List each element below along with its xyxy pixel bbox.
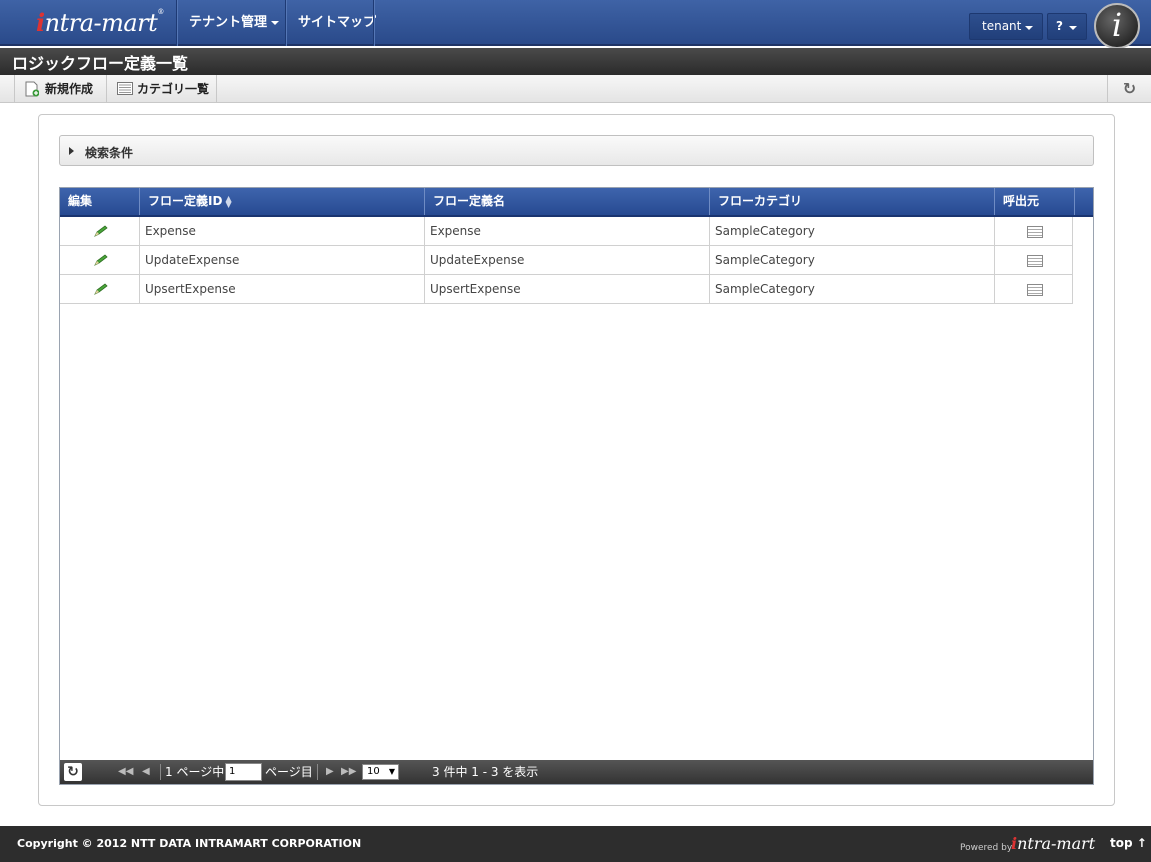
table-row: UpdateExpense UpdateExpense SampleCatego… (60, 246, 1073, 275)
flow-name-cell: Expense (425, 217, 710, 246)
chevron-down-icon: ▼ (388, 767, 395, 776)
caller-cell (995, 217, 1073, 246)
help-menu-label: ? (1056, 19, 1063, 33)
table-header: 編集 フロー定義ID ▲ ▼ フロー定義名 フローカテゴリ 呼出元 (60, 188, 1093, 217)
page-suffix-label: ページ目 (265, 765, 313, 779)
page-title: ロジックフロー定義一覧 (12, 54, 189, 73)
top-link[interactable]: top ↑ (1110, 836, 1147, 850)
caller-cell (995, 275, 1073, 304)
column-header-caller: 呼出元 (995, 188, 1075, 215)
flow-id-cell: UpdateExpense (140, 246, 425, 275)
list-icon (117, 82, 133, 95)
caller-list-icon[interactable] (1027, 255, 1043, 267)
flow-definition-table: 編集 フロー定義ID ▲ ▼ フロー定義名 フローカテゴリ 呼出元 Expense … (59, 187, 1094, 785)
flow-category-cell: SampleCategory (710, 217, 995, 246)
column-header-flow-id[interactable]: フロー定義ID ▲ ▼ (140, 188, 425, 215)
table-row: Expense Expense SampleCategory (60, 217, 1073, 246)
edit-cell (60, 217, 140, 246)
nav-sitemap-label: サイトマップ (298, 15, 377, 30)
prev-page-icon[interactable]: ◀ (142, 763, 150, 781)
page-prefix-label: 1 ページ中 (165, 765, 225, 779)
expand-arrow-icon (69, 147, 74, 155)
chevron-down-icon (1025, 26, 1033, 30)
copyright-text: Copyright © 2012 NTT DATA INTRAMART CORP… (17, 837, 362, 850)
pager-separator (160, 764, 161, 780)
next-page-icon[interactable]: ▶ (326, 763, 334, 781)
toolbar: 新規作成 カテゴリ一覧 ↻ (0, 75, 1151, 103)
page-title-bar: ロジックフロー定義一覧 (0, 48, 1151, 75)
pager-summary: 3 件中 1 - 3 を表示 (432, 765, 539, 779)
first-page-icon[interactable]: ◀◀ (118, 763, 133, 781)
chevron-down-icon (1069, 26, 1077, 30)
pencil-icon[interactable] (93, 225, 109, 237)
nav-separator (373, 0, 374, 46)
category-list-button[interactable]: カテゴリ一覧 (107, 75, 217, 103)
user-menu-button[interactable]: tenant (969, 13, 1043, 40)
top-navbar: intra-mart® テナント管理 サイトマップ tenant ? i (0, 0, 1151, 49)
pager: ↻ ◀◀ ◀ 1 ページ中 1 ページ目 ▶ ▶▶ 10 ▼ 3 件中 1 - 3… (60, 760, 1093, 784)
search-conditions-label: 検索条件 (85, 146, 134, 160)
column-header-flow-name: フロー定義名 (425, 188, 710, 215)
flow-id-cell: UpsertExpense (140, 275, 425, 304)
rows-per-page-value: 10 (367, 766, 380, 777)
pager-separator (317, 764, 318, 780)
caller-list-icon[interactable] (1027, 284, 1043, 296)
user-menu-label: tenant (982, 19, 1022, 33)
reload-icon[interactable]: ↻ (64, 763, 82, 781)
intra-mart-footer-logo: intra-mart (1011, 834, 1096, 853)
table-row: UpsertExpense UpsertExpense SampleCatego… (60, 275, 1073, 304)
category-list-label: カテゴリ一覧 (137, 82, 210, 96)
intra-mart-logo[interactable]: intra-mart® (36, 8, 164, 37)
new-button[interactable]: 新規作成 (14, 75, 107, 103)
chevron-down-icon (271, 20, 280, 25)
new-button-label: 新規作成 (45, 82, 94, 96)
flow-category-cell: SampleCategory (710, 246, 995, 275)
flow-name-cell: UpsertExpense (425, 275, 710, 304)
main-panel: 検索条件 編集 フロー定義ID ▲ ▼ フロー定義名 フローカテゴリ 呼出元 Exp… (38, 114, 1115, 806)
sort-icon: ▲ ▼ (225, 193, 232, 209)
column-header-edit: 編集 (60, 188, 140, 215)
column-header-flow-category: フローカテゴリ (710, 188, 995, 215)
flow-name-cell: UpdateExpense (425, 246, 710, 275)
search-conditions-toggle[interactable]: 検索条件 (59, 135, 1094, 166)
caller-cell (995, 246, 1073, 275)
edit-cell (60, 246, 140, 275)
edit-cell (60, 275, 140, 304)
rows-per-page-select[interactable]: 10 ▼ (362, 764, 399, 780)
refresh-icon[interactable]: ↻ (1107, 75, 1151, 103)
nav-tenant-admin[interactable]: テナント管理 (177, 0, 291, 46)
caller-list-icon[interactable] (1027, 226, 1043, 238)
flow-category-cell: SampleCategory (710, 275, 995, 304)
nav-tenant-admin-label: テナント管理 (189, 15, 268, 30)
user-avatar-icon[interactable]: i (1094, 3, 1140, 49)
help-menu-button[interactable]: ? (1047, 13, 1087, 40)
last-page-icon[interactable]: ▶▶ (341, 763, 356, 781)
pencil-icon[interactable] (93, 254, 109, 266)
new-document-icon (25, 81, 39, 97)
pencil-icon[interactable] (93, 283, 109, 295)
flow-id-cell: Expense (140, 217, 425, 246)
page-number-input[interactable]: 1 (225, 763, 262, 781)
footer: Copyright © 2012 NTT DATA INTRAMART CORP… (0, 826, 1151, 862)
powered-by-label: Powered by (960, 843, 1013, 853)
